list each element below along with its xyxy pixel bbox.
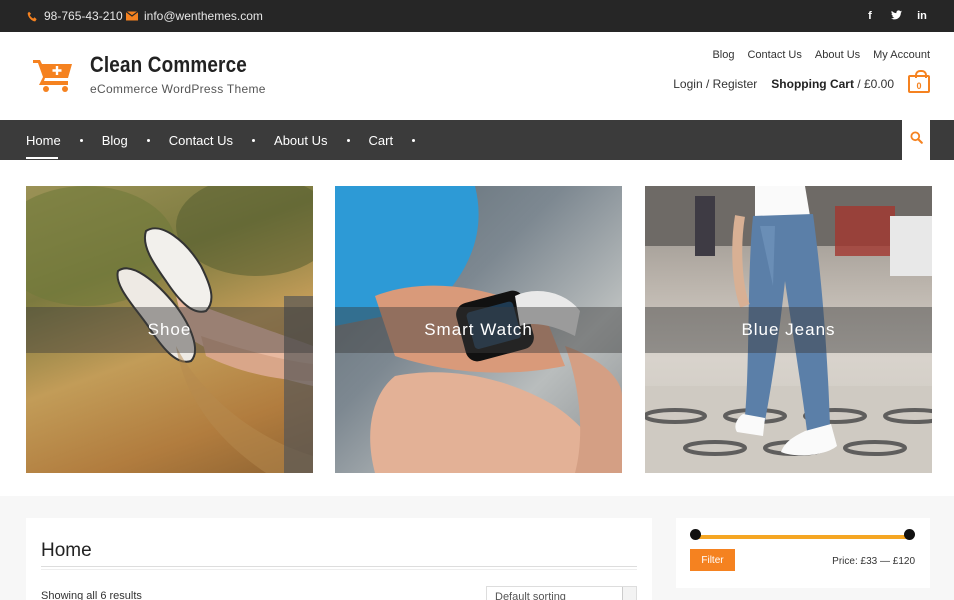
nav-separator <box>412 138 416 142</box>
nav-separator <box>252 138 256 142</box>
cart-count: 0 <box>916 81 922 91</box>
account-row: Login / Register Shopping Cart / £0.00 0 <box>673 70 930 93</box>
email-address: info@wenthemes.com <box>144 9 263 23</box>
category-label-band: Blue Jeans <box>645 307 932 353</box>
title-divider-secondary <box>41 569 637 570</box>
nav-item-contact-us[interactable]: Contact Us <box>169 120 274 160</box>
category-tile-shoe[interactable]: Shoe <box>26 186 313 473</box>
nav-item-label: Home <box>26 132 61 148</box>
login-register-link[interactable]: Login / Register <box>673 77 757 91</box>
category-label: Shoe <box>147 320 192 339</box>
search-button[interactable] <box>902 120 930 160</box>
header-link-about[interactable]: About Us <box>815 49 860 61</box>
header-link-blog[interactable]: Blog <box>712 49 734 61</box>
featured-categories: Shoe Smart Watch Blue Jeans <box>0 160 954 496</box>
chevron-down-icon <box>622 587 636 600</box>
nav-item-about-us[interactable]: About Us <box>274 120 368 160</box>
nav-separator <box>346 138 350 142</box>
cart-bag-icon[interactable]: 0 <box>908 70 930 93</box>
price-range-label: Price: £33 — £120 <box>832 556 915 567</box>
nav-item-blog[interactable]: Blog <box>102 120 169 160</box>
nav-item-cart[interactable]: Cart <box>369 120 435 160</box>
nav-separator <box>146 138 150 142</box>
nav-item-label: Cart <box>368 132 394 148</box>
phone-contact[interactable]: 98-765-43-210 <box>26 0 123 32</box>
twitter-icon[interactable] <box>890 9 902 23</box>
facebook-icon[interactable]: f <box>864 10 876 22</box>
result-count: Showing all 6 results <box>41 590 142 600</box>
envelope-icon <box>126 11 138 21</box>
linkedin-icon[interactable]: in <box>916 10 928 22</box>
phone-number: 98-765-43-210 <box>44 9 123 23</box>
shopping-cart-link[interactable]: Shopping Cart / £0.00 <box>771 77 894 91</box>
price-slider-range[interactable] <box>696 535 909 539</box>
top-bar: 98-765-43-210 info@wenthemes.com f in <box>0 0 954 32</box>
nav-item-home[interactable]: Home <box>26 120 102 160</box>
site-title[interactable]: Clean Commerce <box>90 52 247 78</box>
site-header: Clean Commerce eCommerce WordPress Theme… <box>0 32 954 120</box>
search-icon <box>909 131 923 149</box>
cart-total: / £0.00 <box>853 77 894 91</box>
nav-separator <box>79 138 83 142</box>
category-label-band: Smart Watch <box>335 307 622 353</box>
nav-item-label: Contact Us <box>168 132 234 148</box>
category-label-band: Shoe <box>26 307 313 353</box>
category-tile-blue-jeans[interactable]: Blue Jeans <box>645 186 932 473</box>
main-content: Home Showing all 6 results Default sorti… <box>26 518 652 600</box>
main-navigation: Home Blog Contact Us About Us Cart <box>0 120 954 160</box>
price-slider-min-handle[interactable] <box>690 529 701 540</box>
category-label: Blue Jeans <box>741 320 836 339</box>
price-slider-max-handle[interactable] <box>904 529 915 540</box>
shopping-cart-label: Shopping Cart <box>771 77 854 91</box>
category-tile-smart-watch[interactable]: Smart Watch <box>335 186 622 473</box>
logo-cart-icon[interactable] <box>32 54 76 94</box>
title-divider <box>41 566 637 567</box>
ordering-value: Default sorting <box>495 591 566 600</box>
header-top-links: Blog Contact Us About Us My Account <box>712 49 930 61</box>
category-label: Smart Watch <box>424 320 533 339</box>
header-link-my-account[interactable]: My Account <box>873 49 930 61</box>
email-contact[interactable]: info@wenthemes.com <box>126 0 263 32</box>
nav-item-label: About Us <box>274 132 328 148</box>
phone-icon <box>26 11 38 22</box>
header-link-contact[interactable]: Contact Us <box>747 49 801 61</box>
site-description: eCommerce WordPress Theme <box>90 82 266 96</box>
page-title: Home <box>41 540 92 561</box>
ordering-select[interactable]: Default sorting <box>486 586 637 600</box>
nav-menu: Home Blog Contact Us About Us Cart <box>26 120 434 160</box>
price-filter-widget: Filter Price: £33 — £120 <box>676 518 930 588</box>
nav-item-label: Blog <box>101 132 128 148</box>
social-links: f in <box>864 0 928 32</box>
filter-button[interactable]: Filter <box>690 549 735 571</box>
